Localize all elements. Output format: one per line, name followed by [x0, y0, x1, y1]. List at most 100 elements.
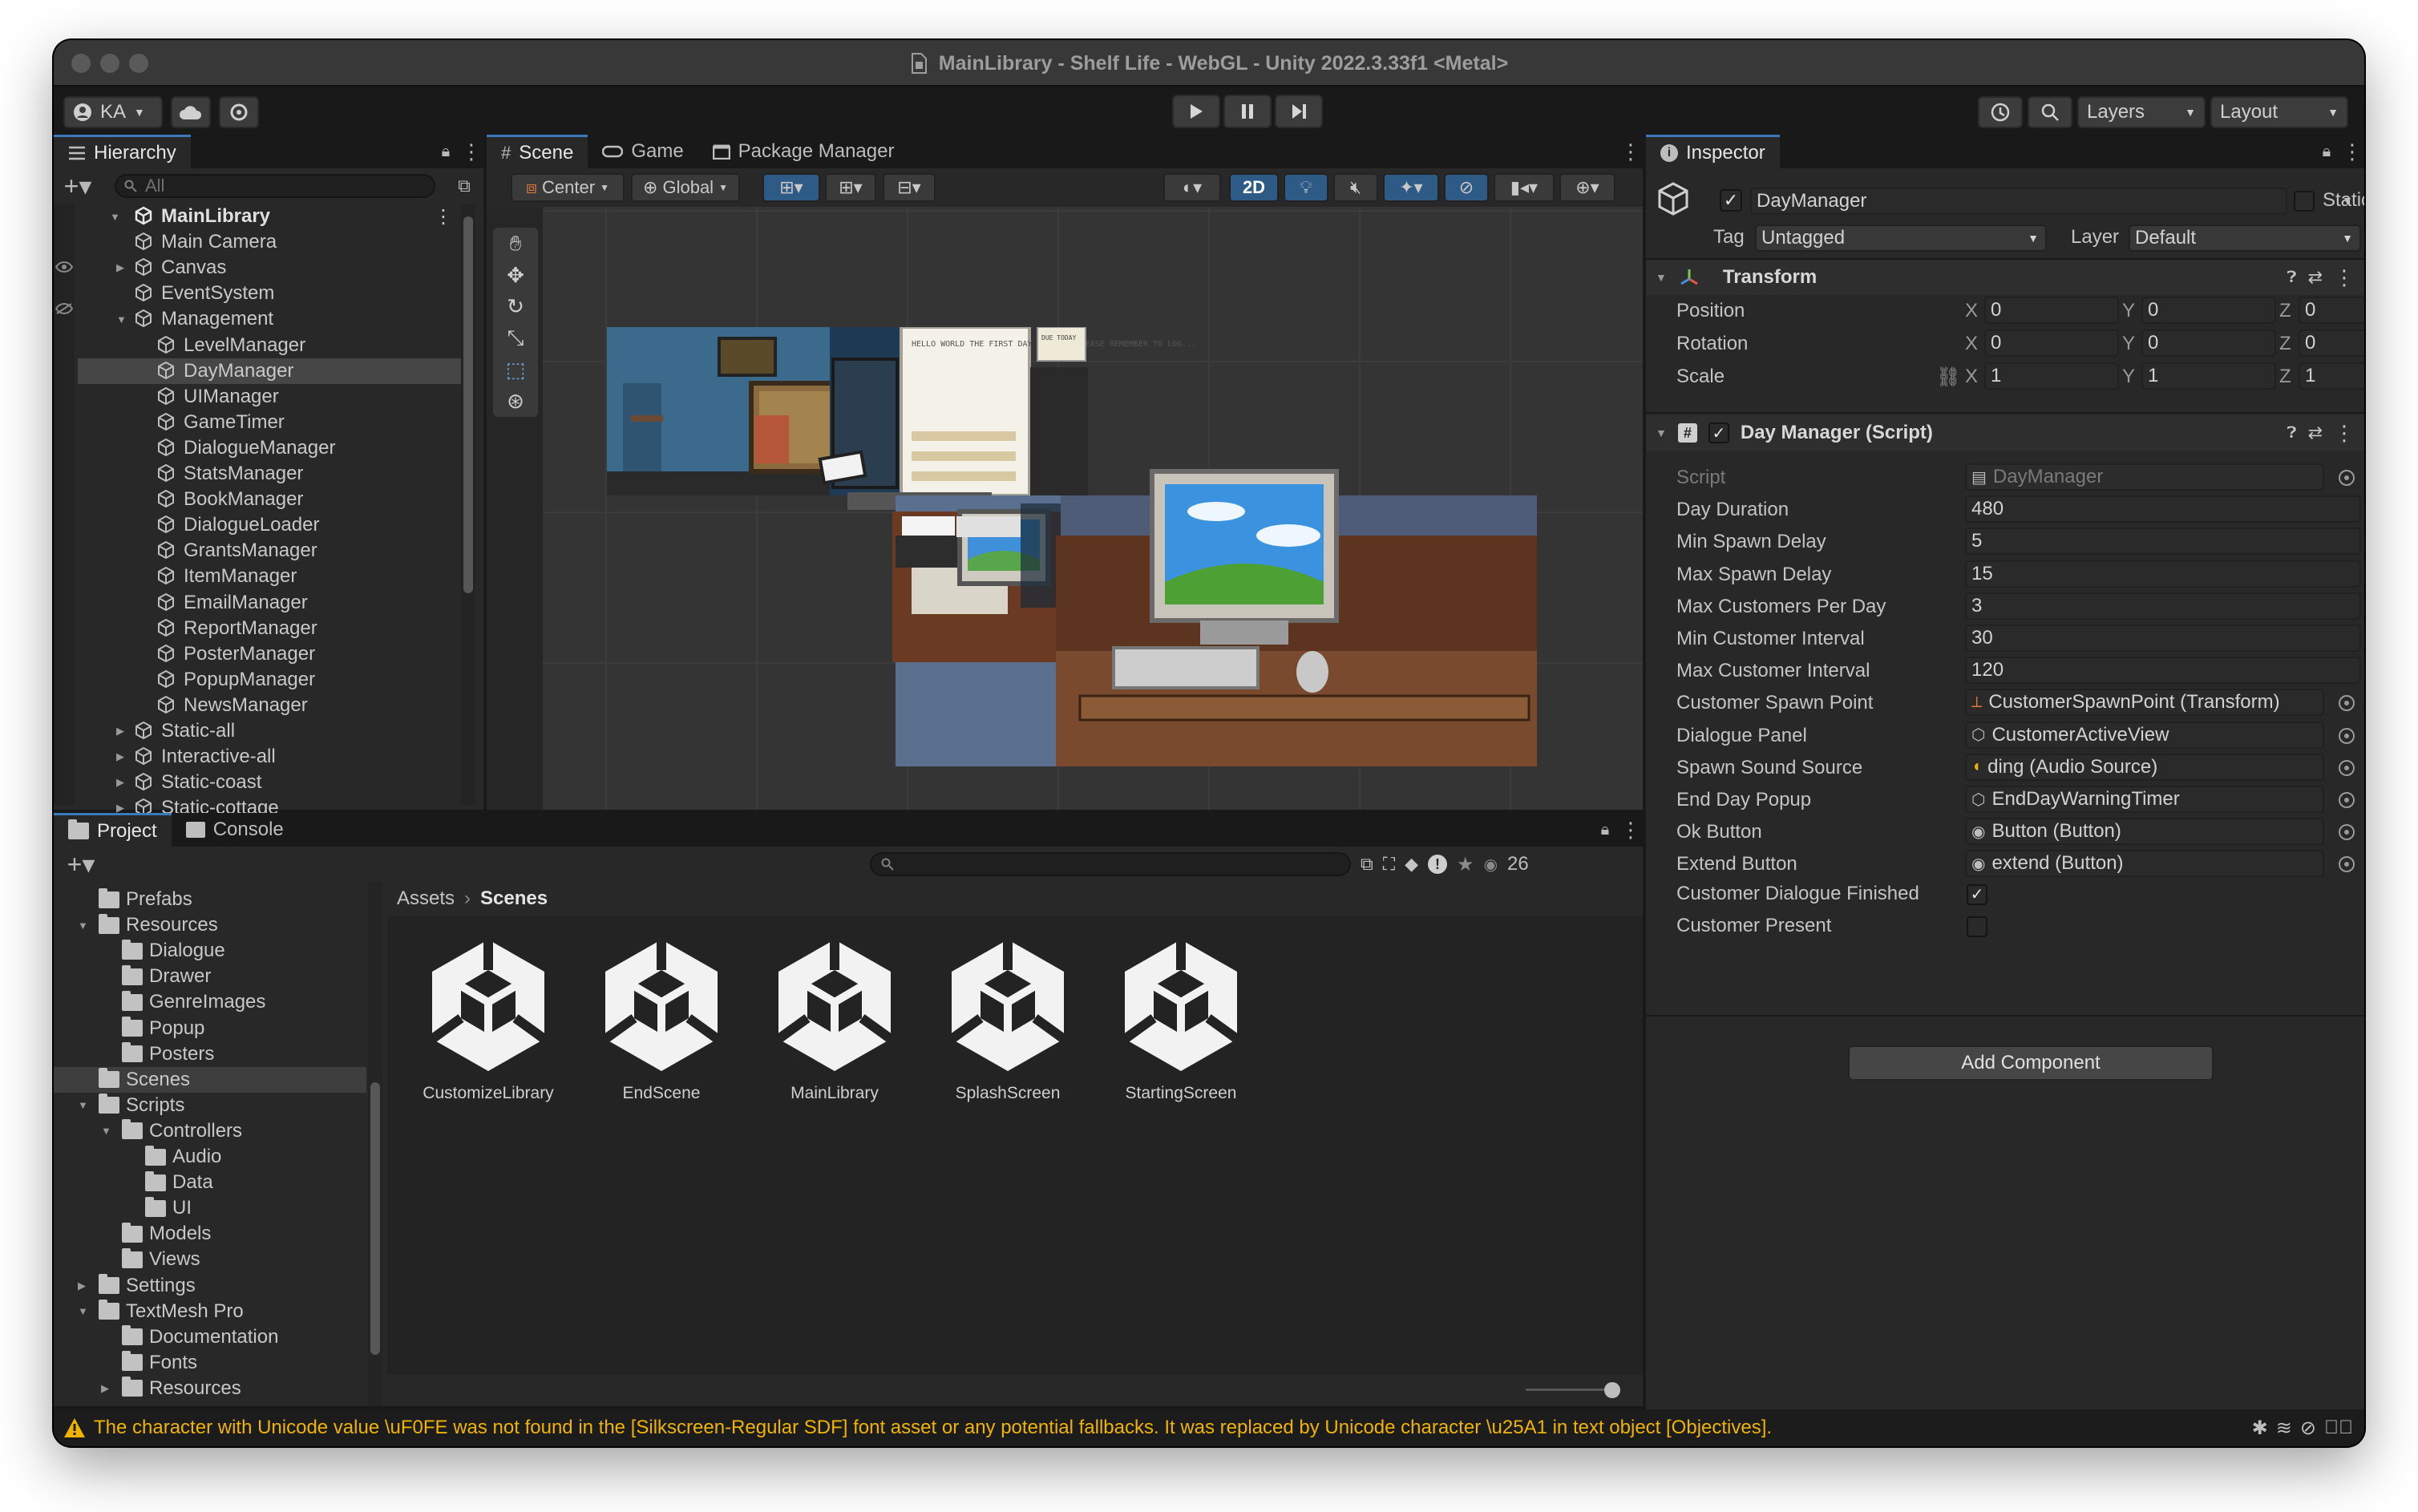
object-reference-field[interactable]: ◉ Button (Button) — [1965, 818, 2324, 846]
cloud-button[interactable] — [171, 96, 211, 128]
project-tree-item[interactable]: ▼ Controllers — [54, 1118, 366, 1144]
project-tree-item[interactable]: ▶ Resources — [54, 1376, 366, 1401]
hierarchy-item[interactable]: DayManager — [78, 358, 461, 384]
scene-asset[interactable]: CustomizeLibrary — [408, 935, 568, 1103]
project-tree-item[interactable]: UI — [54, 1195, 366, 1221]
kebab-menu-icon[interactable]: ⋮ — [1619, 813, 1643, 847]
script-component-header[interactable]: ▼ # ✓ Day Manager (Script) ❓︎ ⇄ ⋮ — [1646, 415, 2364, 451]
foldout-arrow-icon[interactable]: ▶ — [116, 750, 134, 763]
hand-tool-icon[interactable]: ✋︎ — [510, 231, 522, 257]
network-icon[interactable]: ⊘ — [2300, 1417, 2316, 1440]
object-picker-icon[interactable] — [2339, 824, 2355, 841]
foldout-arrow-icon[interactable]: ▶ — [78, 1280, 99, 1292]
step-button[interactable] — [1275, 95, 1323, 128]
foldout-arrow-icon[interactable]: ▼ — [78, 1099, 99, 1111]
debug-icon[interactable]: ✱ — [2252, 1417, 2268, 1440]
transform-scale-y-field[interactable]: 1 — [2141, 362, 2276, 390]
scene-viewport[interactable]: ✋︎ ✥ ↻ ⤡ ⬚ ⊛ HELLO WORLD THE FIRST DAY B… — [487, 207, 1643, 810]
scene-visibility-icon[interactable]: ⧉ — [450, 176, 479, 196]
search-by-type-icon[interactable]: ⧉ — [1361, 854, 1373, 875]
project-tree-item[interactable]: Drawer — [54, 964, 366, 989]
effects-dropdown[interactable]: ✦▾ — [1383, 173, 1439, 202]
eye-hidden-icon[interactable] — [55, 303, 73, 314]
tab-console[interactable]: Console — [172, 813, 298, 847]
project-tree-item[interactable]: Documentation — [54, 1324, 366, 1350]
project-search-input[interactable] — [870, 852, 1351, 876]
grid-snap-toggle[interactable]: ⊞▾ — [762, 173, 820, 202]
tab-game[interactable]: Game — [588, 135, 698, 168]
number-field[interactable]: 120 — [1965, 657, 2361, 685]
object-picker-icon[interactable] — [2339, 470, 2355, 486]
transform-position-z-field[interactable]: 0 — [2299, 297, 2364, 324]
pivot-dropdown[interactable]: ⧈ Center ▼ — [511, 173, 625, 202]
status-bar[interactable]: The character with Unicode value \uF0FE … — [54, 1409, 2364, 1446]
project-tree-item[interactable]: Fonts — [54, 1350, 366, 1376]
object-picker-icon[interactable] — [2339, 792, 2355, 808]
warning-filter-icon[interactable]: ! — [1428, 855, 1448, 874]
foldout-arrow-icon[interactable]: ▼ — [116, 313, 134, 325]
project-tree-item[interactable]: ▶ Settings — [54, 1273, 366, 1299]
object-picker-icon[interactable] — [2339, 856, 2355, 873]
hierarchy-search-input[interactable]: All — [115, 174, 435, 198]
kebab-menu-icon[interactable]: ⋮ — [459, 135, 483, 168]
foldout-arrow-icon[interactable]: ▶ — [116, 776, 134, 789]
tag-dropdown[interactable]: Untagged ▼ — [1755, 224, 2047, 252]
hierarchy-item[interactable]: ▶ Canvas — [78, 255, 461, 281]
layer-dropdown[interactable]: Default ▼ — [2129, 224, 2361, 252]
foldout-arrow-icon[interactable]: ▶ — [101, 1382, 122, 1395]
hierarchy-item[interactable]: PopupManager — [78, 667, 461, 693]
scale-tool-icon[interactable]: ⤡ — [507, 325, 524, 351]
number-field[interactable]: 5 — [1965, 528, 2361, 556]
tab-inspector[interactable]: i Inspector — [1646, 135, 1780, 168]
hierarchy-item[interactable]: NewsManager — [78, 693, 461, 718]
2d-toggle[interactable]: 2D — [1229, 173, 1279, 202]
lock-icon[interactable]: 🔒︎ — [2313, 135, 2340, 168]
transform-scale-x-field[interactable]: 1 — [1984, 362, 2119, 390]
layout-dropdown[interactable]: Layout ▼ — [2210, 96, 2348, 128]
camera-dropdown[interactable]: ▮◂▾ — [1494, 173, 1555, 202]
help-icon[interactable]: ❓︎ — [2287, 269, 2297, 287]
hierarchy-item[interactable]: Main Camera — [78, 229, 461, 255]
filter-by-type-icon[interactable]: ⛶ — [1383, 854, 1395, 875]
static-dropdown-icon[interactable]: ▼ — [2342, 194, 2353, 207]
checkmark-circle-icon[interactable]: ✓⃝ — [2324, 1417, 2353, 1439]
hierarchy-item[interactable]: EventSystem — [78, 281, 461, 306]
scene-asset[interactable]: StartingScreen — [1101, 935, 1261, 1103]
constrain-proportions-icon[interactable]: ⛓ — [1936, 366, 1960, 389]
breadcrumb-scenes[interactable]: Scenes — [480, 887, 548, 910]
object-reference-field[interactable]: ⬡ CustomerActiveView — [1965, 721, 2324, 749]
preset-icon[interactable]: ⇄ — [2308, 267, 2323, 288]
account-dropdown[interactable]: KA ▼ — [63, 96, 163, 128]
number-field[interactable]: 15 — [1965, 560, 2361, 588]
breadcrumb-assets[interactable]: Assets — [397, 887, 455, 910]
increment-snap-toggle[interactable]: ⊞▾ — [825, 173, 876, 202]
audio-toggle[interactable]: 🔇︎ — [1333, 173, 1378, 202]
transform-scale-z-field[interactable]: 1 — [2299, 362, 2364, 390]
kebab-menu-icon[interactable]: ⋮ — [2334, 421, 2355, 446]
transform-rotation-y-field[interactable]: 0 — [2141, 329, 2276, 357]
collab-button[interactable] — [219, 96, 259, 128]
scene-visibility-toggle[interactable]: ⊘ — [1444, 173, 1489, 202]
tab-package-manager[interactable]: Package Manager — [698, 135, 909, 168]
hierarchy-item[interactable]: GrantsManager — [78, 538, 461, 564]
hierarchy-item[interactable]: ▶ Interactive-all — [78, 744, 461, 770]
transform-position-y-field[interactable]: 0 — [2141, 297, 2276, 324]
slider-handle[interactable] — [1604, 1382, 1620, 1398]
layers-dropdown[interactable]: Layers ▼ — [2077, 96, 2206, 128]
hierarchy-scene-root[interactable]: ▼ MainLibrary ⋮ — [78, 204, 461, 229]
bool-checkbox[interactable] — [1967, 916, 1987, 937]
pause-button[interactable] — [1223, 95, 1272, 128]
preset-icon[interactable]: ⇄ — [2308, 422, 2323, 443]
number-field[interactable]: 30 — [1965, 625, 2361, 652]
draw-mode-dropdown[interactable]: ◐▾ — [1163, 173, 1221, 202]
project-tree-item[interactable]: Views — [54, 1247, 366, 1272]
kebab-menu-icon[interactable]: ⋮ — [1619, 135, 1643, 168]
hierarchy-item[interactable]: PosterManager — [78, 641, 461, 667]
object-picker-icon[interactable] — [2339, 759, 2355, 776]
number-field[interactable]: 480 — [1965, 495, 2361, 524]
object-name-field[interactable]: DayManager — [1750, 188, 2287, 215]
kebab-menu-icon[interactable]: ⋮ — [2334, 265, 2355, 290]
lock-icon[interactable]: 🔒︎ — [1591, 813, 1619, 847]
label-filter-icon[interactable]: ◆ — [1405, 854, 1418, 875]
scrollbar-thumb[interactable] — [370, 1082, 380, 1355]
